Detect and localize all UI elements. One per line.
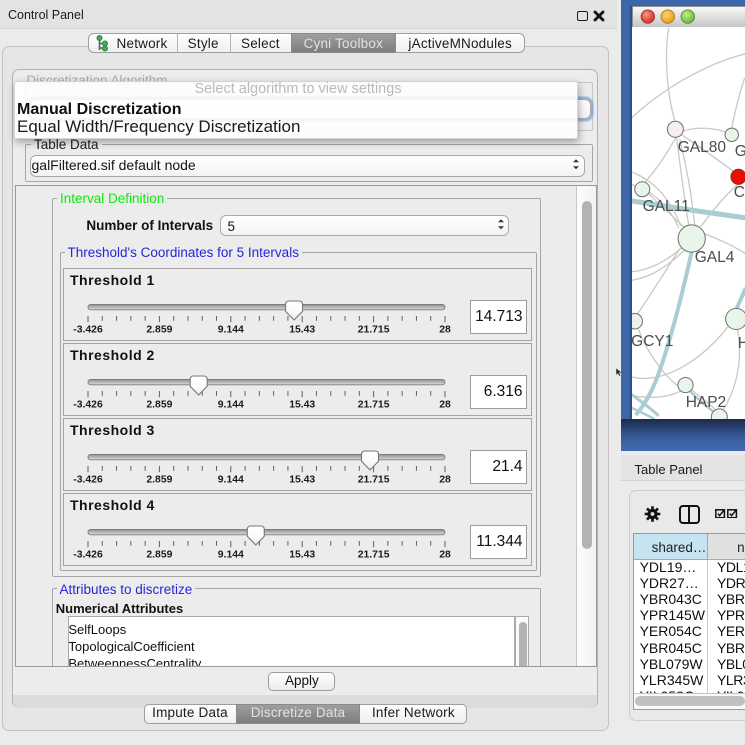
svg-text:9.144: 9.144	[218, 399, 244, 410]
svg-text:15.43: 15.43	[289, 324, 315, 335]
svg-text:GAL80: GAL80	[677, 139, 726, 156]
svg-text:-3.426: -3.426	[73, 474, 103, 485]
svg-text:GAL4: GAL4	[694, 249, 734, 266]
svg-text:15.43: 15.43	[289, 474, 315, 485]
svg-text:2.859: 2.859	[146, 474, 172, 485]
svg-text:GA: GA	[734, 143, 745, 160]
svg-text:28: 28	[439, 474, 451, 485]
svg-text:CD: CD	[733, 184, 745, 201]
svg-text:2.859: 2.859	[146, 399, 172, 410]
svg-text:21.715: 21.715	[358, 474, 390, 485]
svg-text:15.43: 15.43	[289, 549, 315, 560]
svg-text:2.859: 2.859	[146, 324, 172, 335]
svg-text:21.715: 21.715	[358, 324, 390, 335]
svg-text:9.144: 9.144	[218, 474, 244, 485]
svg-text:GAL11: GAL11	[642, 198, 689, 215]
svg-text:21.715: 21.715	[358, 549, 390, 560]
svg-text:2.859: 2.859	[146, 549, 172, 560]
svg-text:-3.426: -3.426	[73, 399, 103, 410]
svg-text:15.43: 15.43	[289, 399, 315, 410]
svg-text:9.144: 9.144	[218, 549, 244, 560]
svg-text:28: 28	[439, 399, 451, 410]
svg-text:9.144: 9.144	[218, 324, 244, 335]
svg-text:-3.426: -3.426	[73, 549, 103, 560]
svg-text:HAP2: HAP2	[685, 394, 726, 411]
svg-text:28: 28	[439, 549, 451, 560]
svg-text:21.715: 21.715	[358, 399, 390, 410]
svg-text:-3.426: -3.426	[73, 324, 103, 335]
svg-text:28: 28	[439, 324, 451, 335]
svg-text:GCY1: GCY1	[632, 333, 673, 350]
svg-text:H: H	[737, 335, 745, 352]
